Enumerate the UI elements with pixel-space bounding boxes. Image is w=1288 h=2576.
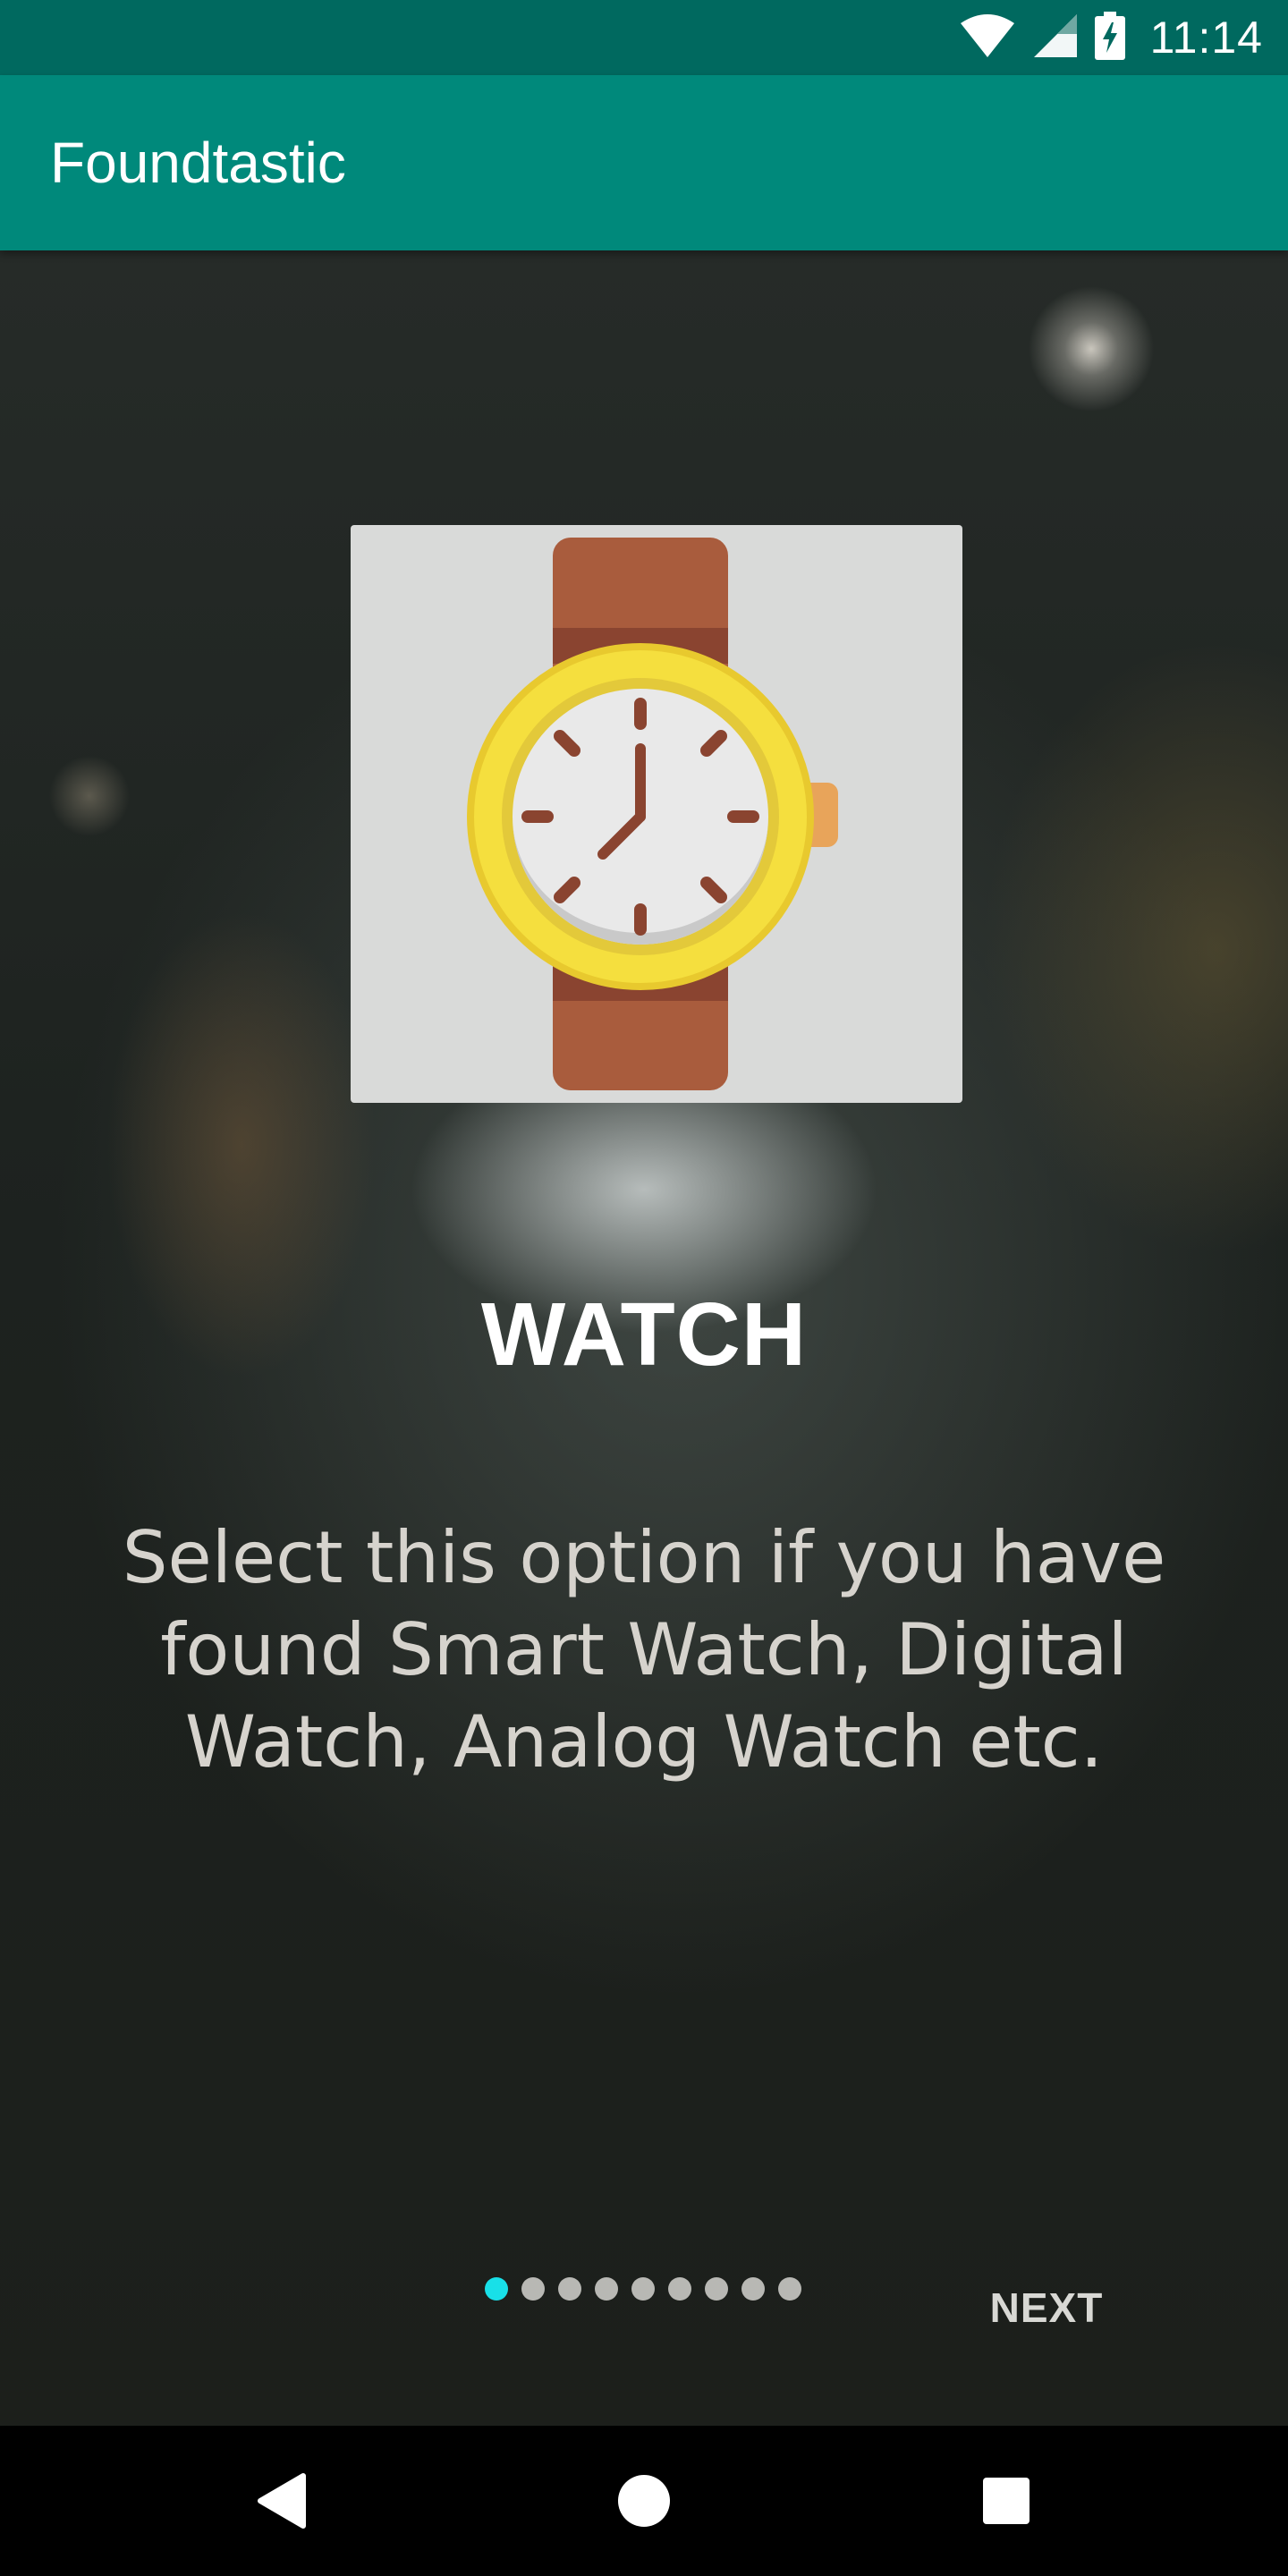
page-dot-active: [485, 2277, 508, 2301]
slide-description: Select this option if you have found Sma…: [122, 1516, 1166, 1784]
page-dot: [705, 2277, 728, 2301]
app-title: Foundtastic: [50, 131, 346, 195]
page-indicator: [485, 2277, 801, 2301]
onboarding-slide[interactable]: WATCH Select this option if you have fou…: [0, 250, 1288, 2426]
status-bar: 11:14: [0, 0, 1288, 75]
cellular-signal-icon: [1032, 13, 1079, 64]
next-button[interactable]: NEXT: [975, 2263, 1118, 2352]
page-dot: [668, 2277, 691, 2301]
recents-icon: [983, 2478, 1030, 2524]
page-dot: [521, 2277, 545, 2301]
page-dot: [631, 2277, 655, 2301]
page-dot: [595, 2277, 618, 2301]
battery-charging-icon: [1094, 11, 1125, 64]
watch-icon: [467, 538, 838, 1090]
nav-recents-button[interactable]: [917, 2426, 1096, 2576]
wifi-icon: [959, 13, 1016, 64]
watch-illustration: [351, 525, 962, 1103]
status-time: 11:14: [1149, 13, 1263, 63]
slide-title: WATCH: [480, 1284, 808, 1385]
back-icon: [258, 2473, 306, 2529]
page-dot: [741, 2277, 765, 2301]
status-icons: 11:14: [959, 11, 1263, 64]
nav-home-button[interactable]: [555, 2426, 733, 2576]
nav-back-button[interactable]: [192, 2426, 371, 2576]
system-nav-bar: [0, 2426, 1288, 2576]
page-dot: [778, 2277, 801, 2301]
page-dot: [558, 2277, 581, 2301]
home-icon: [618, 2475, 670, 2527]
app-bar: Foundtastic: [0, 75, 1288, 250]
